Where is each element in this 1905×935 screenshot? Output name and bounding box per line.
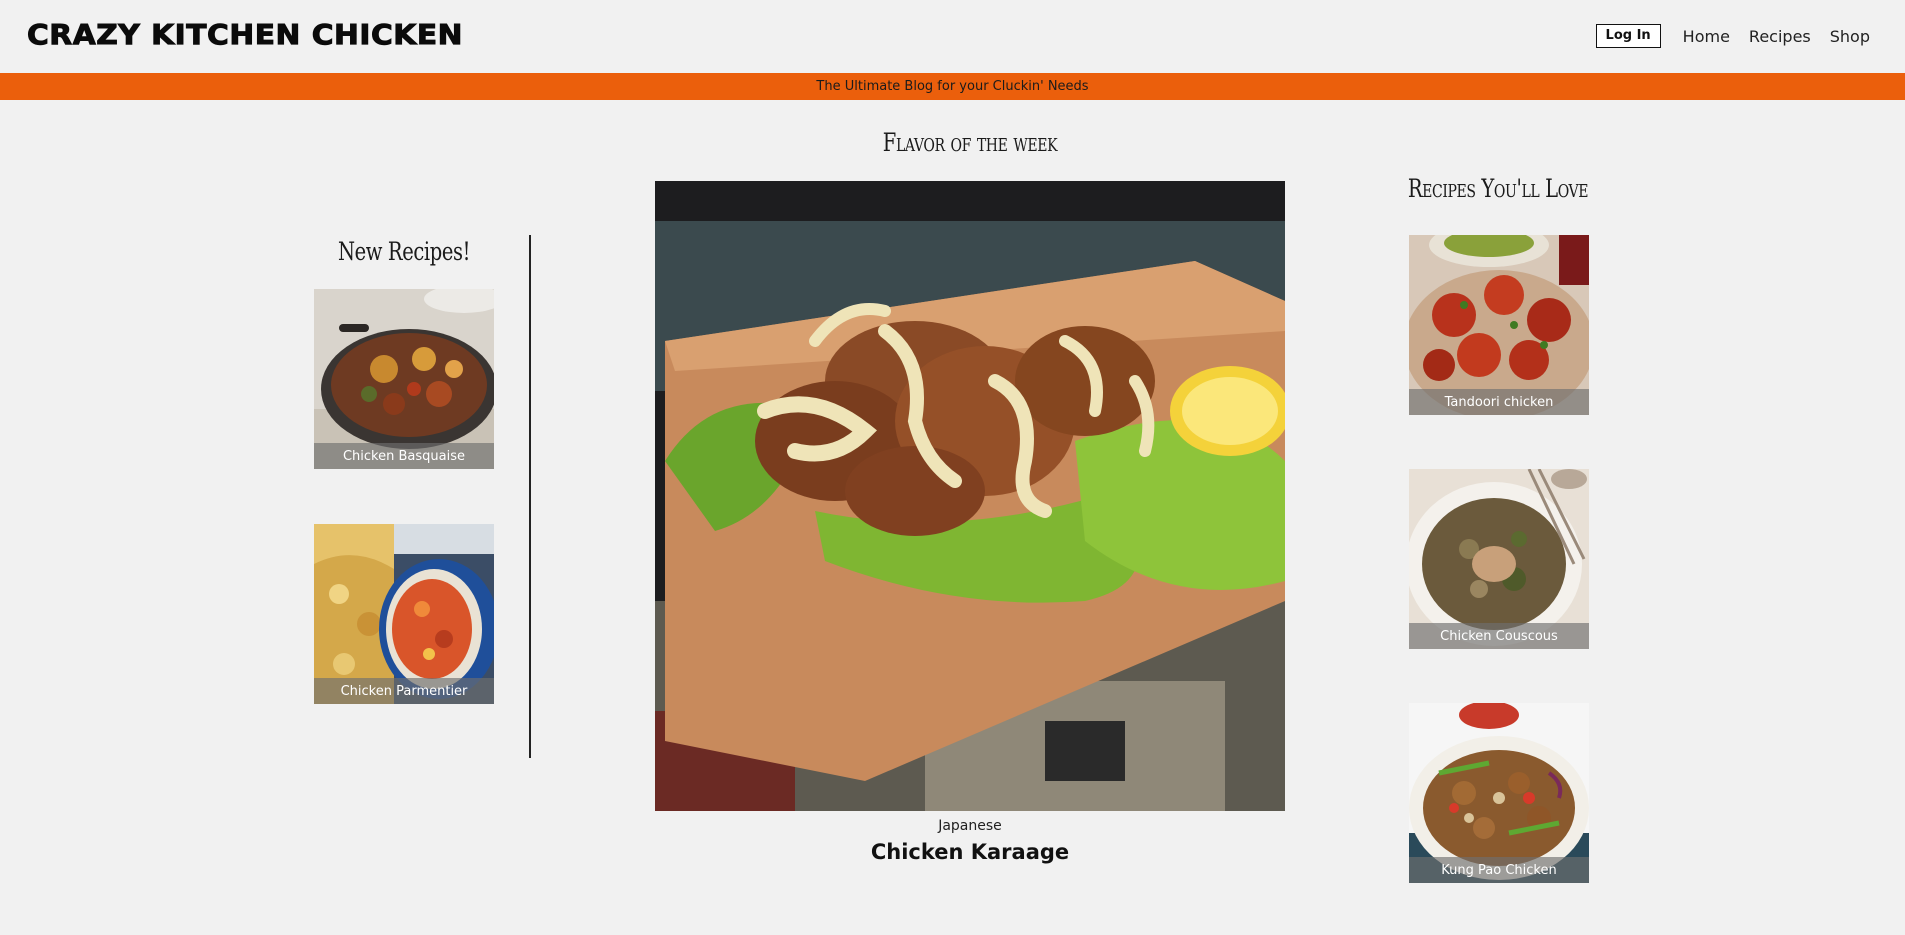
kung-pao-chicken-image <box>1409 703 1589 883</box>
main-nav: Log In Home Recipes Shop <box>1595 24 1870 48</box>
column-divider <box>529 235 531 758</box>
featured-title: Flavor of the week <box>882 128 1058 157</box>
nav-home-link[interactable]: Home <box>1683 27 1730 46</box>
site-logo[interactable]: CRAZY KITCHEN CHICKEN <box>26 18 463 52</box>
featured-category: Japanese <box>938 818 1002 834</box>
recipe-card-kung-pao[interactable]: Kung Pao Chicken <box>1409 703 1589 883</box>
recipe-card-caption: Tandoori chicken <box>1409 389 1589 415</box>
recipe-card-caption: Kung Pao Chicken <box>1409 857 1589 883</box>
recipe-card-basquaise[interactable]: Chicken Basquaise <box>314 289 494 469</box>
featured-recipe-image[interactable] <box>655 181 1285 811</box>
recipe-card-tandoori[interactable]: Tandoori chicken <box>1409 235 1589 415</box>
site-header: CRAZY KITCHEN CHICKEN Log In Home Recipe… <box>0 0 1905 73</box>
recommended-title: Recipes You'll Love <box>1407 174 1589 203</box>
tagline-banner: The Ultimate Blog for your Cluckin' Need… <box>0 73 1905 100</box>
chicken-karaage-image <box>655 181 1285 811</box>
chicken-couscous-image <box>1409 469 1589 649</box>
recipe-card-caption: Chicken Couscous <box>1409 623 1589 649</box>
nav-shop-link[interactable]: Shop <box>1830 27 1870 46</box>
chicken-parmentier-image <box>314 524 494 704</box>
featured-recipe-name[interactable]: Chicken Karaage <box>655 840 1285 864</box>
tagline-text: The Ultimate Blog for your Cluckin' Need… <box>816 79 1089 94</box>
new-recipes-title: New Recipes! <box>337 237 471 266</box>
nav-recipes-link[interactable]: Recipes <box>1749 27 1811 46</box>
recipe-card-caption: Chicken Parmentier <box>314 678 494 704</box>
recipe-card-caption: Chicken Basquaise <box>314 443 494 469</box>
recipe-card-couscous[interactable]: Chicken Couscous <box>1409 469 1589 649</box>
tandoori-chicken-image <box>1409 235 1589 415</box>
login-button[interactable]: Log In <box>1595 24 1661 48</box>
chicken-basquaise-image <box>314 289 494 469</box>
recipe-card-parmentier[interactable]: Chicken Parmentier <box>314 524 494 704</box>
